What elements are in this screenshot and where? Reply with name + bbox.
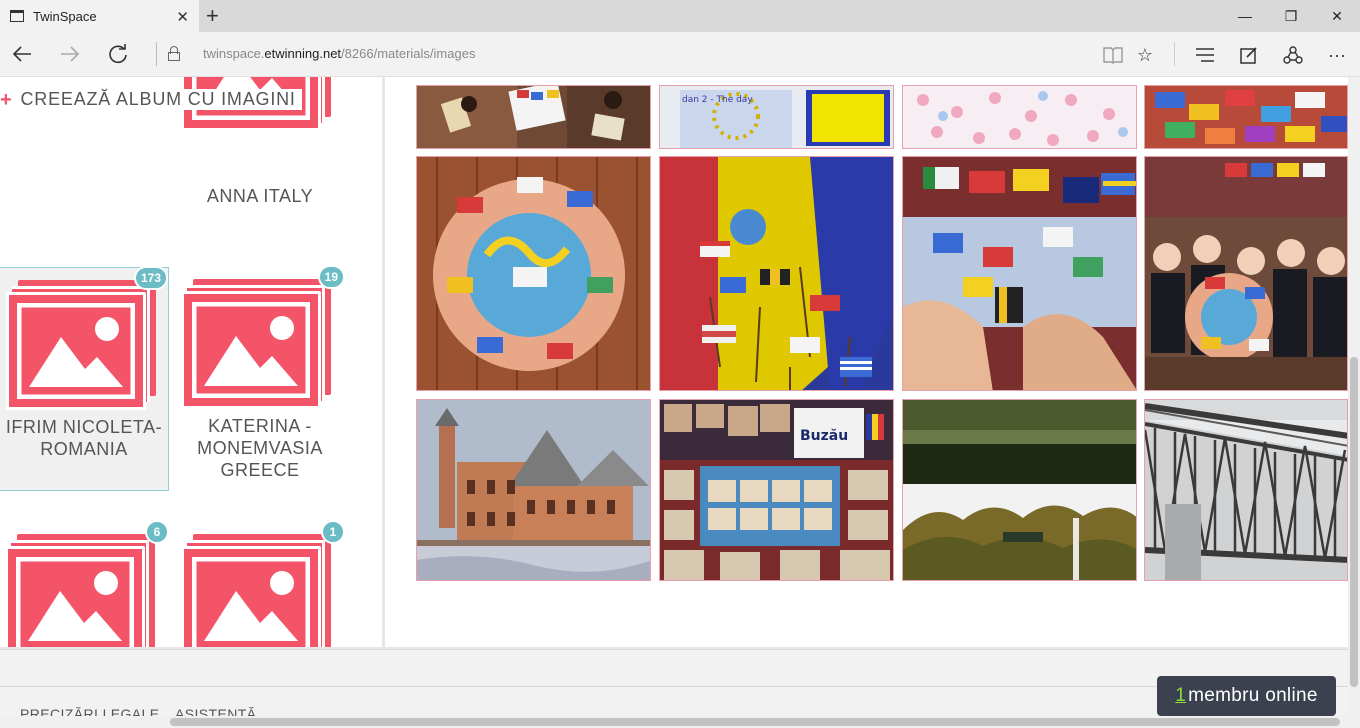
address-separator — [156, 42, 157, 66]
photo-thumbnail[interactable] — [416, 399, 651, 581]
vertical-scroll-thumb[interactable] — [1350, 357, 1358, 687]
sidebar-divider — [382, 77, 385, 648]
footer-divider — [0, 686, 1348, 687]
album-image-icon — [6, 280, 156, 410]
photo-thumbnail[interactable]: Buzău — [659, 399, 894, 581]
new-tab-icon[interactable]: + — [206, 3, 219, 29]
create-album-button[interactable]: + CREEAZĂ ALBUM CU IMAGINI — [0, 89, 302, 110]
url-path: /8266/materials/images — [341, 46, 476, 61]
album-image-icon — [5, 534, 155, 648]
svg-text:dan 2 - The day: dan 2 - The day — [682, 95, 753, 105]
plus-icon: + — [0, 88, 13, 111]
url-host: etwinning.net — [264, 46, 342, 61]
album-card[interactable]: 6 — [0, 520, 169, 648]
photo-thumbnail[interactable] — [902, 85, 1137, 149]
poster-label: Buzău — [800, 428, 848, 444]
album-title: IFRIM NICOLETA-ROMANIA — [5, 417, 163, 459]
more-icon[interactable]: ··· — [1324, 42, 1350, 68]
close-icon[interactable]: ✕ — [176, 8, 189, 26]
tab-title: TwinSpace — [33, 8, 97, 24]
photo-thumbnail[interactable] — [659, 156, 894, 391]
photo-thumbnail[interactable] — [416, 156, 651, 391]
forward-icon[interactable] — [56, 40, 84, 68]
tab-icon — [10, 10, 24, 22]
url-field[interactable]: twinspace.etwinning.net/8266/materials/i… — [203, 46, 475, 61]
create-album-label: CREEAZĂ ALBUM CU IMAGINI — [20, 89, 296, 109]
album-count-badge: 19 — [317, 265, 345, 289]
album-title: ANNA ITALY — [206, 186, 314, 206]
browser-tab[interactable]: TwinSpace ✕ — [0, 0, 199, 32]
address-bar: twinspace.etwinning.net/8266/materials/i… — [0, 32, 1360, 77]
web-note-icon[interactable] — [1236, 42, 1262, 68]
close-window-icon[interactable]: ✕ — [1314, 0, 1360, 32]
album-card-selected[interactable]: 173 IFRIM NICOLETA-ROMANIA — [0, 266, 169, 491]
horizontal-scroll-thumb[interactable] — [170, 718, 1340, 726]
photo-thumbnail[interactable] — [1144, 156, 1348, 391]
album-card[interactable]: 19 KATERINA - MONEMVASIA GREECE — [175, 265, 345, 491]
photo-gallery: dan 2 - The day Buzău — [416, 77, 1348, 648]
albums-sidebar: + CREEAZĂ ALBUM CU IMAGINI ANNA ITALY 17… — [0, 77, 382, 648]
album-image-icon — [181, 534, 331, 648]
page-content: + CREEAZĂ ALBUM CU IMAGINI ANNA ITALY 17… — [0, 77, 1348, 728]
photo-thumbnail[interactable] — [902, 156, 1137, 391]
horizontal-scrollbar[interactable] — [0, 716, 1348, 728]
toolbar-separator — [1174, 42, 1175, 66]
vertical-scrollbar[interactable] — [1348, 77, 1360, 728]
url-prefix: twinspace. — [203, 46, 265, 61]
refresh-icon[interactable] — [104, 40, 132, 68]
online-label: membru online — [1188, 685, 1318, 706]
photo-thumbnail[interactable] — [902, 399, 1137, 581]
album-title: KATERINA - MONEMVASIA GREECE — [197, 416, 323, 480]
album-count-badge: 173 — [133, 266, 168, 290]
tab-bar: TwinSpace ✕ + — ❐ ✕ — [0, 0, 1360, 32]
minimize-icon[interactable]: — — [1222, 0, 1268, 32]
back-icon[interactable] — [8, 40, 36, 68]
favorite-star-icon[interactable]: ☆ — [1132, 42, 1158, 68]
online-count: 1 — [1175, 685, 1187, 706]
reading-view-icon[interactable] — [1100, 42, 1126, 68]
album-count-badge: 6 — [145, 520, 169, 544]
online-members-badge[interactable]: 1 membru online — [1157, 676, 1336, 716]
hub-icon[interactable] — [1192, 42, 1218, 68]
photo-thumbnail[interactable] — [1144, 399, 1348, 581]
share-icon[interactable] — [1280, 42, 1306, 68]
photo-thumbnail[interactable] — [1144, 85, 1348, 149]
album-card[interactable]: 1 — [175, 520, 345, 648]
album-count-badge: 1 — [321, 520, 345, 544]
lock-icon[interactable] — [168, 46, 180, 61]
photo-thumbnail[interactable] — [416, 85, 651, 149]
album-image-icon — [181, 279, 331, 409]
photo-thumbnail[interactable]: dan 2 - The day — [659, 85, 894, 149]
maximize-icon[interactable]: ❐ — [1268, 0, 1314, 32]
